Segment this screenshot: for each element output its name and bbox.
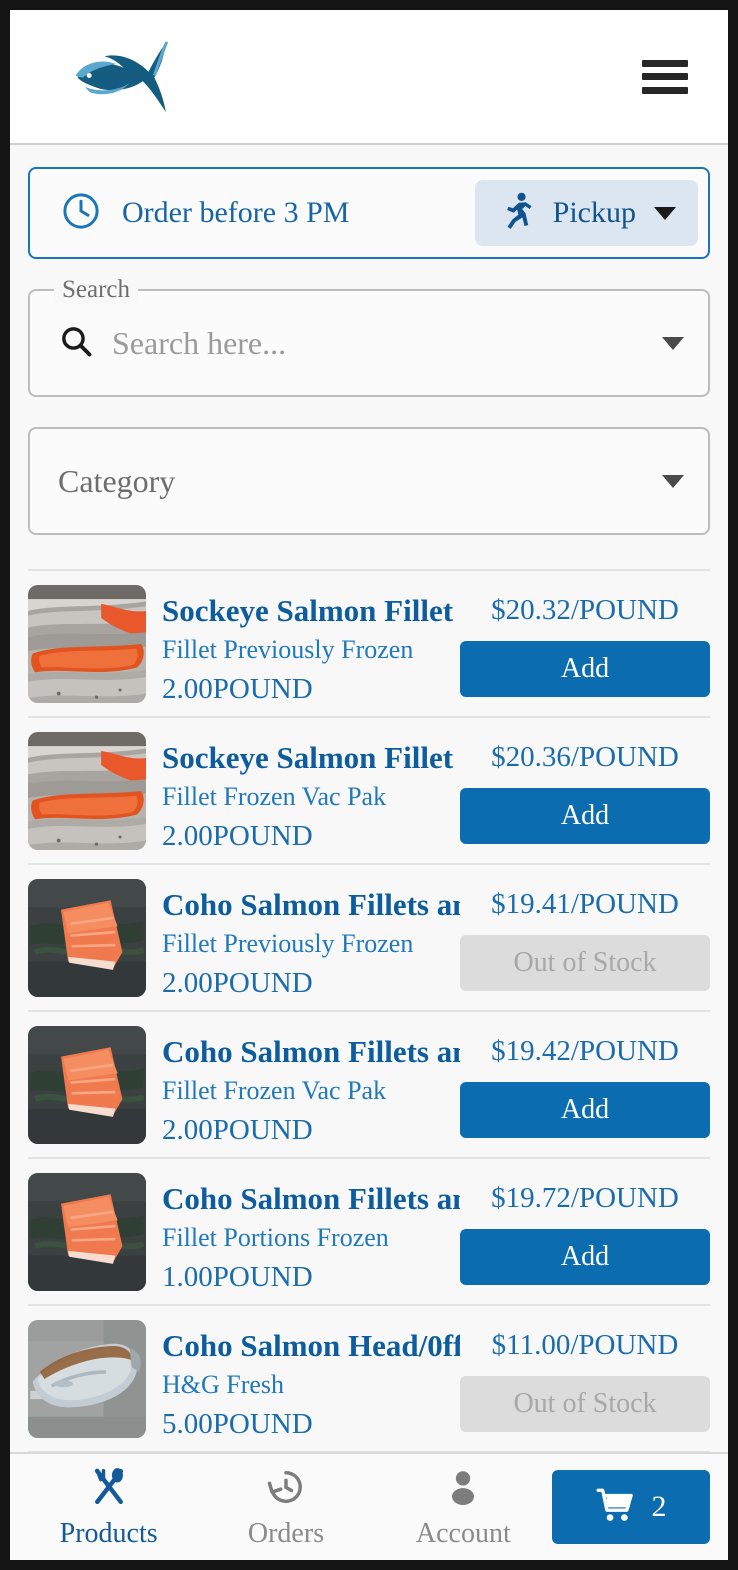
product-row[interactable]: Sockeye Salmon Fillet Fillet Frozen Vac P… — [28, 718, 710, 865]
device-frame: Order before 3 PM Pickup Search Search h… — [0, 0, 738, 1570]
product-actions: $20.36/POUND Add — [460, 732, 710, 844]
product-quantity: 2.00POUND — [162, 1114, 313, 1144]
product-info: Coho Salmon Fillets and Fillet Portions F… — [162, 1173, 460, 1291]
product-quantity: 5.00POUND — [162, 1408, 313, 1438]
product-price: $19.42/POUND — [491, 1035, 679, 1067]
product-title[interactable]: Coho Salmon Fillets and — [162, 1179, 460, 1219]
product-thumbnail[interactable] — [28, 1320, 146, 1438]
cart-count: 2 — [651, 1490, 667, 1523]
add-to-cart-button[interactable]: Add — [460, 1229, 710, 1285]
shopping-cart-icon — [595, 1485, 637, 1530]
hamburger-menu-icon[interactable] — [642, 59, 688, 94]
fish-logo — [70, 39, 185, 114]
product-subtitle: Fillet Frozen Vac Pak — [162, 782, 387, 811]
nav-label-orders: Orders — [247, 1517, 325, 1549]
chevron-down-icon[interactable] — [662, 336, 684, 350]
product-list: Sockeye Salmon Fillet Fillet Previously F… — [28, 569, 710, 1452]
hamburger-bar — [642, 59, 688, 67]
running-person-icon — [501, 191, 535, 236]
search-icon — [58, 323, 94, 364]
fork-spoon-icon — [87, 1465, 131, 1514]
cart-button[interactable]: 2 — [551, 1470, 710, 1544]
category-select-value: Category — [58, 462, 176, 499]
app-screen: Order before 3 PM Pickup Search Search h… — [10, 10, 728, 1560]
search-field[interactable]: Search Search here... — [28, 276, 710, 397]
product-price: $20.32/POUND — [491, 594, 679, 626]
add-to-cart-button[interactable]: Add — [460, 641, 710, 697]
product-price: $11.00/POUND — [491, 1329, 679, 1361]
product-quantity: 2.00POUND — [162, 820, 313, 850]
bottom-navigation: Products Orders Account 2 — [10, 1452, 728, 1560]
product-title[interactable]: Coho Salmon Head/0ff F — [162, 1326, 460, 1366]
hamburger-bar — [642, 86, 688, 94]
nav-label-account: Account — [415, 1517, 511, 1549]
out-of-stock-button: Out of Stock — [460, 935, 710, 991]
product-price: $20.36/POUND — [491, 741, 679, 773]
out-of-stock-button: Out of Stock — [460, 1376, 710, 1432]
product-row[interactable]: Coho Salmon Fillets and Fillet Previously… — [28, 865, 710, 1012]
product-thumbnail[interactable] — [28, 1026, 146, 1144]
product-info: Coho Salmon Head/0ff F H&G Fresh 5.00POUND — [162, 1320, 460, 1438]
product-title[interactable]: Sockeye Salmon Fillet — [162, 738, 460, 778]
product-price: $19.72/POUND — [491, 1182, 679, 1214]
chevron-down-icon[interactable] — [662, 474, 684, 488]
product-title[interactable]: Coho Salmon Fillets and — [162, 885, 460, 925]
product-actions: $19.42/POUND Add — [460, 1026, 710, 1138]
add-to-cart-button[interactable]: Add — [460, 788, 710, 844]
product-row[interactable]: Coho Salmon Head/0ff F H&G Fresh 5.00POUND… — [28, 1306, 710, 1452]
product-subtitle: Fillet Portions Frozen — [162, 1223, 389, 1252]
history-clock-icon — [264, 1465, 308, 1514]
product-actions: $19.72/POUND Add — [460, 1173, 710, 1285]
nav-label-products: Products — [59, 1517, 158, 1549]
product-actions: $11.00/POUND Out of Stock — [460, 1320, 710, 1432]
product-info: Coho Salmon Fillets and Fillet Frozen Vac… — [162, 1026, 460, 1144]
product-row[interactable]: Coho Salmon Fillets and Fillet Frozen Vac… — [28, 1012, 710, 1159]
product-subtitle: Fillet Previously Frozen — [162, 635, 414, 664]
product-info: Sockeye Salmon Fillet Fillet Frozen Vac P… — [162, 732, 460, 850]
hamburger-bar — [642, 73, 688, 80]
product-subtitle: H&G Fresh — [162, 1370, 285, 1399]
product-quantity: 1.00POUND — [162, 1261, 313, 1291]
product-actions: $19.41/POUND Out of Stock — [460, 879, 710, 991]
product-info: Sockeye Salmon Fillet Fillet Previously F… — [162, 585, 460, 703]
product-row[interactable]: Sockeye Salmon Fillet Fillet Previously F… — [28, 571, 710, 718]
product-actions: $20.32/POUND Add — [460, 585, 710, 697]
app-header — [10, 10, 728, 145]
search-field-legend: Search — [54, 276, 139, 304]
order-cutoff-bar: Order before 3 PM Pickup — [28, 167, 710, 259]
category-select[interactable]: Category — [28, 427, 710, 535]
product-row[interactable]: Coho Salmon Fillets and Fillet Portions F… — [28, 1159, 710, 1306]
search-input[interactable]: Search here... — [112, 325, 662, 362]
product-thumbnail[interactable] — [28, 585, 146, 703]
product-quantity: 2.00POUND — [162, 967, 313, 997]
product-price: $19.41/POUND — [491, 888, 679, 920]
nav-item-orders[interactable]: Orders — [197, 1465, 374, 1550]
product-subtitle: Fillet Frozen Vac Pak — [162, 1076, 387, 1105]
order-cutoff-text: Order before 3 PM — [122, 196, 350, 229]
product-info: Coho Salmon Fillets and Fillet Previously… — [162, 879, 460, 997]
product-title[interactable]: Coho Salmon Fillets and — [162, 1032, 460, 1072]
product-subtitle: Fillet Previously Frozen — [162, 929, 414, 958]
fulfillment-type-selector[interactable]: Pickup — [474, 180, 698, 246]
product-thumbnail[interactable] — [28, 879, 146, 997]
add-to-cart-button[interactable]: Add — [460, 1082, 710, 1138]
page-content: Order before 3 PM Pickup Search Search h… — [10, 145, 728, 1452]
product-quantity: 2.00POUND — [162, 673, 313, 703]
clock-icon — [60, 190, 102, 237]
account-person-icon — [441, 1465, 485, 1514]
nav-item-account[interactable]: Account — [375, 1465, 552, 1550]
nav-item-products[interactable]: Products — [20, 1465, 197, 1550]
product-title[interactable]: Sockeye Salmon Fillet — [162, 591, 460, 631]
fulfillment-type-label: Pickup — [552, 196, 636, 229]
product-thumbnail[interactable] — [28, 1173, 146, 1291]
product-thumbnail[interactable] — [28, 732, 146, 850]
chevron-down-icon — [654, 206, 676, 220]
